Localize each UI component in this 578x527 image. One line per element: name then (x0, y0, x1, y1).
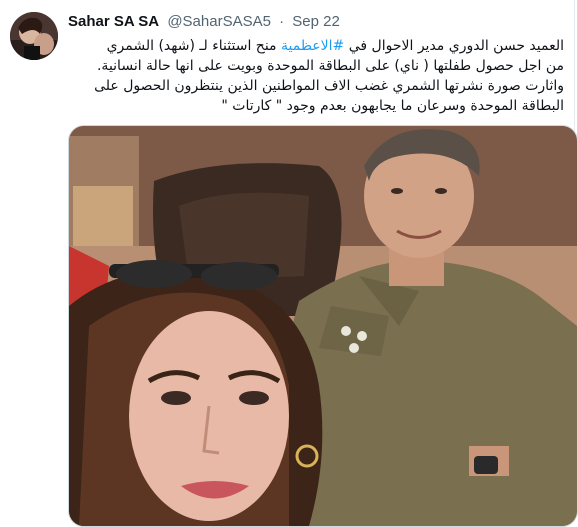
tweet-text: العميد حسن الدوري مدير الاحوال في #الاعظ… (70, 36, 564, 116)
tweet-photo[interactable] (68, 125, 578, 527)
author-avatar[interactable] (10, 12, 58, 60)
tweet-text-part: العميد حسن الدوري مدير الاحوال في (348, 38, 564, 54)
author-name[interactable]: Sahar SA SA (68, 13, 159, 30)
tweet-text-line-4: البطاقة الموحدة وسرعان ما يجابهون بعدم و… (221, 98, 564, 114)
tweet-date[interactable]: Sep 22 (292, 13, 340, 30)
tweet-text-line-3: واثارت صورة نشرتها الشمري غضب الاف الموا… (94, 78, 564, 94)
separator-dot: · (279, 13, 285, 30)
tweet-text-part: منح استثناء لـ (شهد) الشمري (106, 38, 277, 54)
author-handle[interactable]: @SaharSASA5 (167, 13, 271, 30)
hashtag-link[interactable]: #الاعظمية (281, 38, 344, 54)
tweet-header: Sahar SA SA @SaharSASA5 · Sep 22 (68, 12, 340, 32)
tweet-text-line-1: العميد حسن الدوري مدير الاحوال في #الاعظ… (70, 36, 564, 56)
tweet-text-line-2: من اجل حصول طفلتها ( ناي) على البطاقة ال… (96, 58, 564, 74)
